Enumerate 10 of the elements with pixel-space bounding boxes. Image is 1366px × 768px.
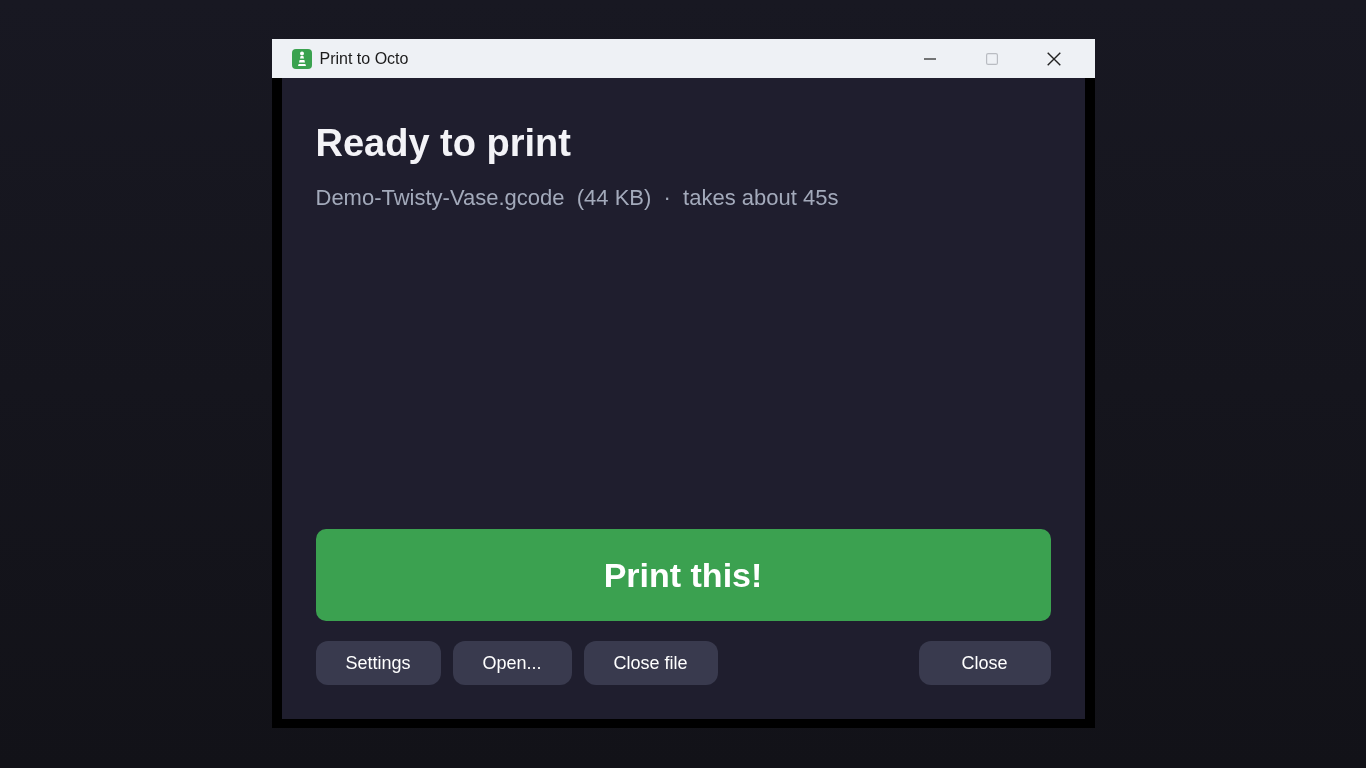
window-title: Print to Octo bbox=[319, 49, 409, 68]
file-info: Demo-Twisty-Vase.gcode (44 KB) · takes about 45s bbox=[315, 184, 839, 212]
close-icon[interactable] bbox=[1046, 51, 1061, 66]
cone-logo-icon bbox=[291, 48, 312, 69]
action-button[interactable]: Close file bbox=[583, 641, 718, 685]
close-button[interactable]: Close bbox=[918, 641, 1051, 685]
heading: Ready to print bbox=[315, 121, 571, 166]
action-button[interactable]: Settings bbox=[315, 641, 441, 685]
action-button[interactable]: Open... bbox=[452, 641, 572, 685]
minimize-icon[interactable] bbox=[923, 57, 936, 60]
